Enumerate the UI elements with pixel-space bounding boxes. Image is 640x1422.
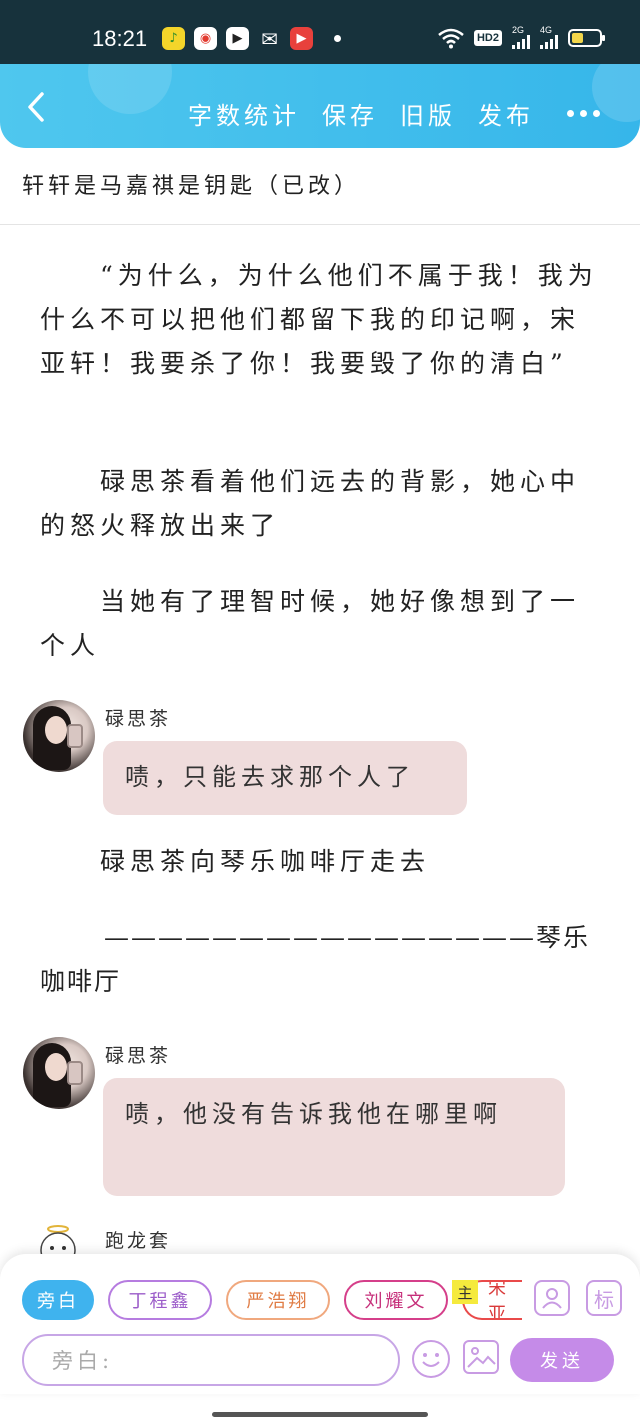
wifi-icon	[438, 28, 464, 48]
battery-icon	[568, 28, 605, 47]
speaker-name: 碌思茶	[105, 708, 172, 730]
qq-music-icon: ♪	[162, 27, 185, 50]
role-narrator[interactable]: 旁白	[22, 1280, 94, 1320]
story-paragraph[interactable]: 当她有了理智时候，她好像想到了一个人	[40, 580, 600, 668]
scene-divider-paragraph[interactable]: ————————————————琴乐咖啡厅	[40, 916, 600, 1004]
role-liu-yaowen[interactable]: 刘耀文	[344, 1280, 448, 1320]
role-yan-haoxiang[interactable]: 严浩翔	[226, 1280, 330, 1320]
wechat-icon: ✉	[261, 26, 278, 51]
chat-bubble[interactable]: 啧，他没有告诉我他在哪里啊	[103, 1078, 565, 1196]
story-paragraph[interactable]: 碌思茶看着他们远去的背影，她心中的怒火释放出来了	[40, 460, 600, 548]
save-button[interactable]: 保存	[322, 96, 378, 131]
clock: 18:21	[92, 26, 148, 51]
message-input[interactable]: 旁白:	[22, 1334, 400, 1386]
notification-icons: ♪ ◉ ▶ ✉ ▶	[162, 26, 341, 51]
main-role-tag: 主	[452, 1280, 478, 1304]
more-notifications-dot-icon	[334, 35, 341, 42]
emoji-icon[interactable]	[412, 1340, 450, 1378]
bilibili-icon: ▶	[226, 27, 249, 50]
old-version-button[interactable]: 旧版	[400, 96, 456, 131]
signal-icon: 2G	[512, 26, 530, 49]
publish-button[interactable]: 发布	[478, 96, 534, 131]
snowman-avatar-icon[interactable]	[36, 1224, 86, 1254]
back-button[interactable]	[22, 90, 52, 124]
image-icon[interactable]	[463, 1340, 499, 1374]
avatar[interactable]	[23, 700, 95, 772]
header-actions: 字数统计 保存 旧版 发布	[188, 96, 534, 131]
home-indicator[interactable]	[212, 1412, 428, 1417]
story-paragraph[interactable]: 碌思茶向琴乐咖啡厅走去	[40, 840, 600, 884]
input-toolbar: 旁白 丁程鑫 严浩翔 刘耀文 宋亚 主 标 旁白: 发送	[0, 1254, 640, 1394]
more-options-icon[interactable]	[567, 110, 600, 117]
battery-level	[572, 32, 583, 43]
avatar[interactable]	[23, 1037, 95, 1109]
story-paragraph[interactable]: “为什么，为什么他们不属于我！我为什么不可以把他们都留下我的印记啊，宋亚轩！我要…	[40, 254, 600, 386]
speaker-name: 跑龙套	[105, 1230, 172, 1252]
status-bar: 18:21 ♪ ◉ ▶ ✉ ▶ HD2 2G 4G	[0, 0, 640, 64]
character-manager-icon[interactable]	[534, 1280, 570, 1316]
mark-button[interactable]: 标	[586, 1280, 622, 1316]
editor-header: 字数统计 保存 旧版 发布	[0, 64, 640, 148]
video-icon: ▶	[290, 27, 313, 50]
role-ding-chengxin[interactable]: 丁程鑫	[108, 1280, 212, 1320]
title-divider	[0, 224, 640, 225]
weibo-icon: ◉	[194, 27, 217, 50]
chat-bubble[interactable]: 啧，只能去求那个人了	[103, 741, 467, 815]
send-button[interactable]: 发送	[510, 1338, 614, 1382]
system-icons: HD2 2G 4G	[438, 26, 605, 49]
signal-icon-2: 4G	[540, 26, 558, 49]
page-title[interactable]: 轩轩是马嘉祺是钥匙（已改）	[22, 168, 360, 200]
role-selector: 旁白 丁程鑫 严浩翔 刘耀文 宋亚	[22, 1280, 522, 1320]
speaker-name: 碌思茶	[105, 1045, 172, 1067]
hd-voice-icon: HD2	[473, 29, 502, 46]
word-count-button[interactable]: 字数统计	[188, 96, 300, 131]
